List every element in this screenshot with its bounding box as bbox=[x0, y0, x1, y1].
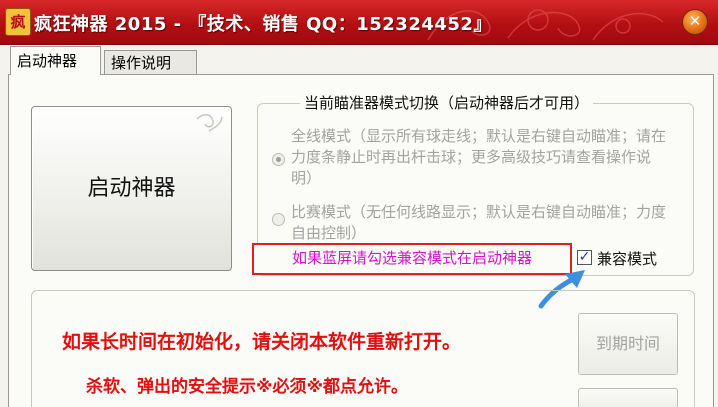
bluescreen-hint: 如果蓝屏请勾选兼容模式在启动神器 bbox=[252, 243, 572, 275]
notice-line-2: 杀软、弹出的安全提示※必须※都点允许。 bbox=[86, 377, 409, 397]
expire-time-label: 到期时间 bbox=[595, 334, 660, 353]
app-window: 疯 疯狂神器 2015 - 『技术、销售 QQ：152324452』 ✕ 启动神… bbox=[0, 0, 718, 407]
mode-group-title: 当前瞄准器模式切换（启动神器后才可用） bbox=[300, 92, 594, 113]
notice-line-1: 如果长时间在初始化，请关闭本软件重新打开。 bbox=[62, 331, 462, 353]
start-button-label: 启动神器 bbox=[87, 176, 176, 201]
tab-start[interactable]: 启动神器 bbox=[10, 46, 101, 75]
close-button[interactable]: ✕ bbox=[682, 9, 708, 35]
bluescreen-hint-text: 如果蓝屏请勾选兼容模式在启动神器 bbox=[291, 249, 532, 267]
title-bar[interactable]: 疯 疯狂神器 2015 - 『技术、销售 QQ：152324452』 ✕ bbox=[0, 0, 718, 45]
mode-full-radio[interactable] bbox=[272, 153, 285, 166]
window-title: 疯狂神器 2015 - 『技术、销售 QQ：152324452』 bbox=[34, 14, 492, 35]
mode-match-radio[interactable] bbox=[272, 213, 285, 226]
compat-mode-label[interactable]: 兼容模式 bbox=[597, 248, 657, 269]
close-icon: ✕ bbox=[688, 12, 702, 30]
mode-full-label: 全线模式（显示所有球走线；默认是右键自动瞄准；请在力度条静止时再出杆击球；更多高… bbox=[291, 127, 667, 187]
tab-start-label: 启动神器 bbox=[17, 52, 78, 70]
lower-button[interactable] bbox=[578, 388, 678, 407]
tab-help[interactable]: 操作说明 bbox=[104, 50, 197, 74]
start-button[interactable]: 启动神器 bbox=[31, 106, 232, 271]
tab-help-label: 操作说明 bbox=[111, 54, 172, 72]
mode-match-label: 比赛模式（无任何线路显示；默认是右键自动瞄准；力度自由控制） bbox=[291, 203, 667, 242]
app-logo-icon: 疯 bbox=[5, 8, 31, 36]
corner-ornament-icon bbox=[196, 114, 223, 132]
expire-time-button[interactable]: 到期时间 bbox=[578, 313, 678, 375]
